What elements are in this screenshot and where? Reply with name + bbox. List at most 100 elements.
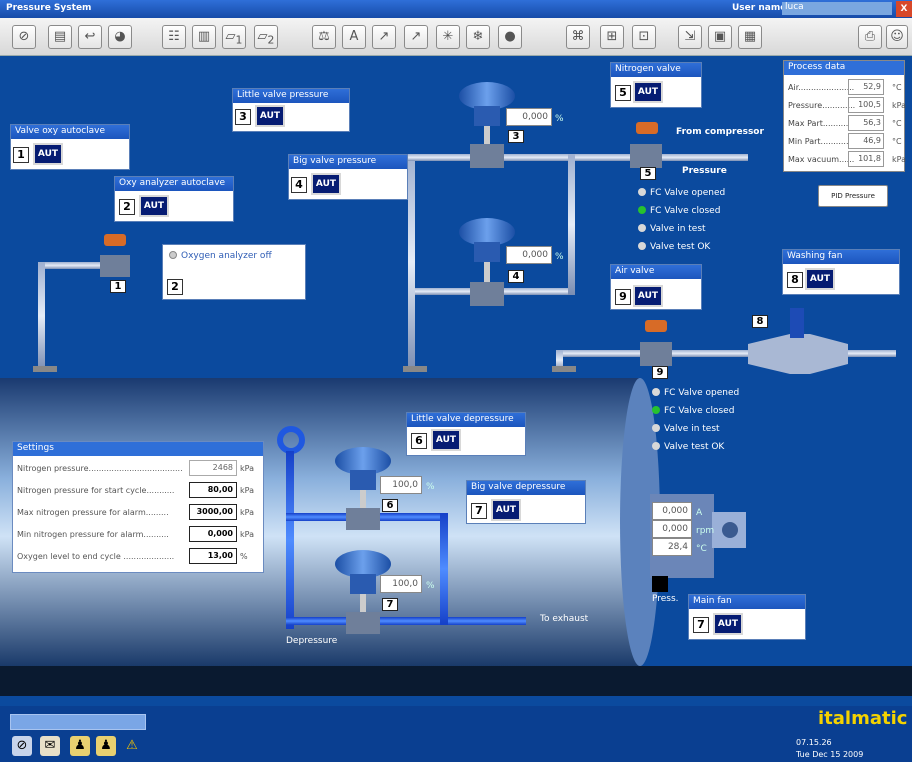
chat-icon[interactable]: ✉ [40,736,60,756]
status-text: Oxygen analyzer off [181,251,272,261]
mode-button[interactable]: AUT [805,268,835,290]
globe-icon[interactable]: ● [498,25,522,49]
nozzle [552,366,576,372]
pie-icon[interactable]: ◕ [108,25,132,49]
panel-title: Big valve depressure [467,481,585,495]
mode-button[interactable]: AUT [491,499,521,521]
list-icon[interactable]: ☷ [162,25,186,49]
status-indicator: FC Valve opened [638,188,725,198]
clock-date: Tue Dec 15 2009 [796,750,864,759]
mode-button[interactable]: AUT [633,285,663,307]
folder-2-subscript: 2 [267,33,275,47]
user-name-field[interactable]: luca [782,2,892,15]
valve-7-unit: % [426,581,435,591]
footer: ⊘ ✉ ♟ ♟ ⚠ italmatic 07.15.26 Tue Dec 15 … [0,706,912,762]
warning-icon[interactable]: ⚠ [122,736,142,756]
setting-input[interactable]: 0,000 [189,526,237,542]
setting-label: Nitrogen pressure.......................… [17,464,183,473]
window-icon[interactable]: ▦ [738,25,762,49]
chart-icon[interactable]: ▥ [192,25,216,49]
clock-time: 07.15.26 [796,738,832,747]
print-icon[interactable]: ⎙ [858,25,882,49]
nozzle [33,366,57,372]
export-icon[interactable]: ⇲ [678,25,702,49]
pipe [286,617,526,625]
no-entry-icon[interactable]: ⊘ [12,25,36,49]
folder-1-subscript: 1 [235,33,243,47]
pid-pressure-button[interactable]: PID Pressure [818,185,888,207]
led-icon [652,406,660,414]
snow-icon[interactable]: ✳ [436,25,460,49]
pressure-label: Pressure [682,166,727,176]
process-data-panel: Process data Air...................... 52… [783,60,906,172]
trend-2-icon[interactable]: ↗ [404,25,428,49]
title-bar: Pressure System User name : luca X [0,0,912,18]
setting-unit: kPa [240,508,254,517]
valve-6-value: 100,0 [380,476,422,494]
setting-label: Oxygen level to end cycle ..............… [17,552,175,561]
setting-label: Nitrogen pressure for start cycle.......… [17,486,175,495]
trend-1-icon[interactable]: ↗ [372,25,396,49]
row-value: 46,9 [848,133,884,149]
user-icon[interactable]: ♟ [70,736,90,756]
folder-1-icon[interactable]: ▱1 [222,25,246,49]
status-led-icon [169,251,177,259]
settings-row: Max nitrogen pressure for alarm.........… [17,504,263,522]
folder-2-icon[interactable]: ▱2 [254,25,278,49]
grid-icon[interactable]: ⊡ [632,25,656,49]
valve-number: 7 [693,617,709,633]
tank-base [0,666,912,696]
valve-number: 1 [13,147,29,163]
setting-input[interactable]: 13,00 [189,548,237,564]
setting-input[interactable]: 80,00 [189,482,237,498]
valve-9 [640,320,672,366]
row-value: 101,8 [848,151,884,167]
row-label: Min Part........... [788,137,849,146]
pipe [286,451,294,629]
panel-big-valve-depressure: Big valve depressure 7 AUT [466,480,586,524]
motor-rpm-unit: rpm [696,526,715,536]
depressure-label: Depressure [286,636,338,646]
mode-button[interactable]: AUT [139,195,169,217]
user-alert-icon[interactable]: ♟ [96,736,116,756]
motor-amps-value: 0,000 [652,502,692,520]
panel-title: Oxy analyzer autoclave [115,177,233,191]
mode-button[interactable]: AUT [431,429,461,451]
led-icon [638,188,646,196]
asterisk-icon[interactable]: ❄ [466,25,490,49]
row-unit: °C [892,137,902,146]
row-unit: kPa [892,155,906,164]
status-field [10,714,146,730]
tag-4: 4 [508,270,524,283]
motor-rpm-value: 0,000 [652,520,692,538]
binoculars-icon[interactable]: ⌘ [566,25,590,49]
panel-little-valve-depressure: Little valve depressure 6 AUT [406,412,526,456]
valve-3-unit: % [555,114,564,124]
status-indicator: Valve test OK [652,442,724,452]
panel-title: Little valve depressure [407,413,525,427]
toolbar: ⊘ ▤ ↩ ◕ ☷ ▥ ▱1 ▱2 ⚖ A ↗ ↗ ✳ ❄ ● ⌘ ⊞ ⊡ ⇲ … [0,18,912,56]
row-unit: °C [892,119,902,128]
font-icon[interactable]: A [342,25,366,49]
document-icon[interactable]: ▤ [48,25,72,49]
network-icon[interactable]: ⊞ [600,25,624,49]
mode-button[interactable]: AUT [311,173,341,195]
mode-button[interactable]: AUT [255,105,285,127]
view-icon[interactable]: ▣ [708,25,732,49]
mode-button[interactable]: AUT [33,143,63,165]
mode-button[interactable]: AUT [633,81,663,103]
row-label: Pressure............. [788,101,856,110]
settings-icon[interactable]: ⊘ [12,736,32,756]
close-button[interactable]: X [896,1,912,17]
status-label: Valve in test [664,424,720,434]
pipe [440,513,448,625]
settings-row: Nitrogen pressure for start cycle.......… [17,482,263,500]
panel-little-valve-pressure: Little valve pressure 3 AUT [232,88,350,132]
scale-icon[interactable]: ⚖ [312,25,336,49]
mode-button[interactable]: AUT [713,613,743,635]
process-data-row: Max Part.......... 56,3 °C [788,115,912,133]
user-exit-icon[interactable]: ☺ [886,25,908,49]
back-icon[interactable]: ↩ [78,25,102,49]
setting-input[interactable]: 3000,00 [189,504,237,520]
valve-number: 9 [615,289,631,305]
